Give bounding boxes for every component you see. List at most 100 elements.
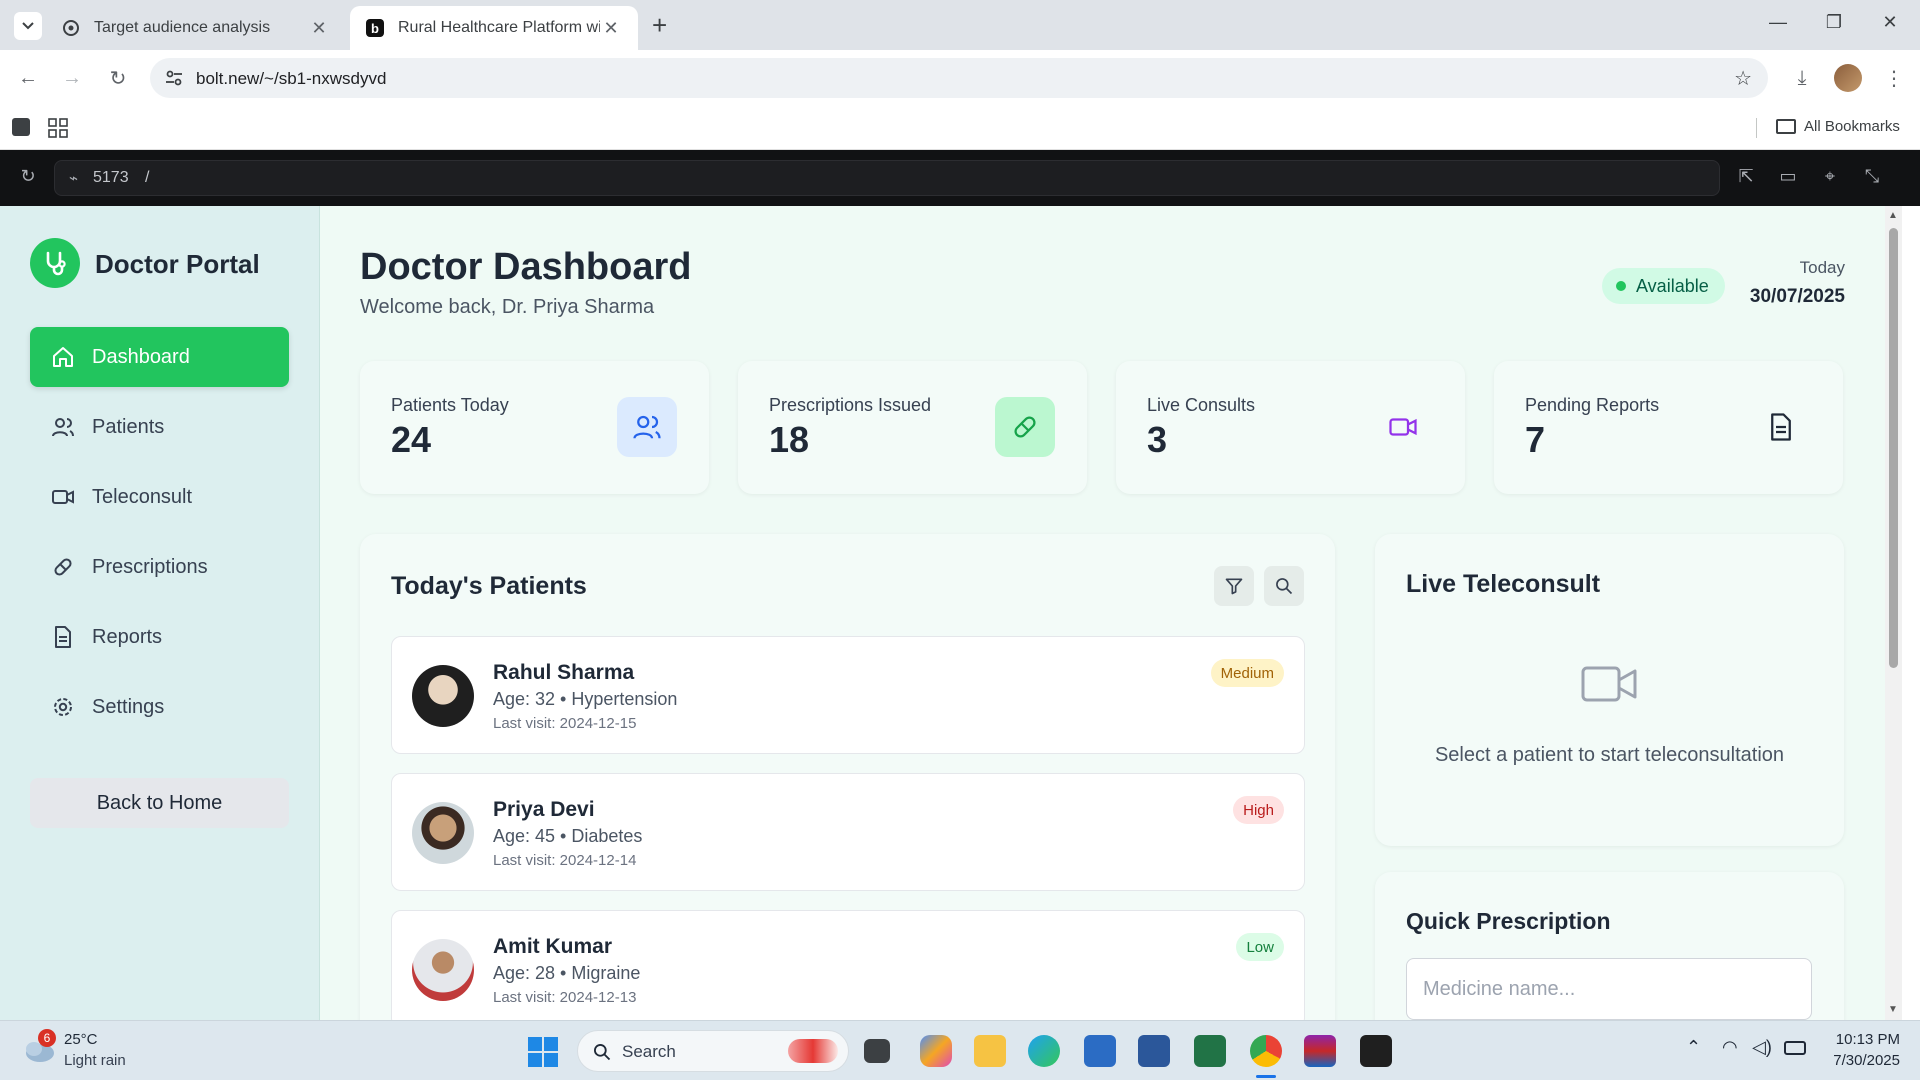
edge-icon[interactable] (1028, 1035, 1060, 1067)
battery-icon[interactable] (1784, 1041, 1806, 1055)
collapse-icon[interactable]: ⤡ (1860, 166, 1884, 190)
welcome-text: Welcome back, Dr. Priya Sharma (360, 296, 655, 318)
empty-state-text: Select a patient to start teleconsultati… (1434, 744, 1785, 766)
open-external-icon[interactable]: ⇱ (1734, 166, 1758, 190)
page-scrollbar[interactable]: ▲ ▼ (1885, 206, 1902, 1020)
new-tab-button[interactable]: + (652, 10, 667, 41)
tab-target-audience[interactable]: Target audience analysis ✕ (46, 6, 346, 50)
bookmarks-bar: All Bookmarks (0, 106, 1920, 150)
sidebar-item-settings[interactable]: Settings (30, 677, 289, 737)
start-button[interactable] (528, 1037, 558, 1067)
status-badge[interactable]: Available (1602, 268, 1725, 304)
clock-time[interactable]: 10:13 PM (1820, 1031, 1900, 1048)
clock-date[interactable]: 7/30/2025 (1820, 1052, 1900, 1069)
chrome-icon[interactable] (1250, 1035, 1282, 1067)
all-bookmarks[interactable]: All Bookmarks (1776, 118, 1900, 135)
sidebar-item-dashboard[interactable]: Dashboard (30, 327, 289, 387)
close-icon[interactable]: ✕ (308, 18, 330, 39)
today-label: Today (1799, 258, 1845, 277)
all-bookmarks-label: All Bookmarks (1804, 118, 1900, 135)
wifi-icon[interactable]: ◠ (1722, 1037, 1738, 1058)
preview-toolbar: ↻ ⌁ 5173 / ⇱ ▭ ⌖ ⤡ (0, 150, 1920, 206)
device-preview-icon[interactable]: ▭ (1776, 166, 1800, 190)
excel-icon[interactable] (1194, 1035, 1226, 1067)
tab-rural-healthcare[interactable]: b Rural Healthcare Platform with I ✕ (350, 6, 638, 50)
stat-value: 24 (391, 419, 432, 460)
weather-temp: 25°C (64, 1031, 98, 1048)
sidebar-item-teleconsult[interactable]: Teleconsult (30, 467, 289, 527)
taskbar-search[interactable]: Search (577, 1030, 849, 1072)
patient-last-visit: Last visit: 2024-12-15 (493, 715, 637, 732)
address-bar: ← → ↻ bolt.new/~/sb1-nxwsdyvd ☆ ⤓ ⋮ (0, 50, 1920, 106)
users-icon (617, 397, 677, 457)
scroll-down-icon[interactable]: ▼ (1888, 1004, 1898, 1015)
word-icon[interactable] (1138, 1035, 1170, 1067)
live-teleconsult-card: Live Teleconsult Select a patient to sta… (1375, 534, 1844, 846)
apps-grid-icon[interactable] (48, 118, 68, 143)
back-to-home-button[interactable]: Back to Home (30, 778, 289, 828)
forward-icon[interactable]: → (58, 64, 86, 92)
url-field[interactable]: bolt.new/~/sb1-nxwsdyvd ☆ (150, 58, 1768, 98)
restore-icon[interactable]: ❐ (1820, 12, 1848, 33)
list-item[interactable]: Rahul Sharma Age: 32 • Hypertension Last… (391, 636, 1305, 754)
scroll-up-icon[interactable]: ▲ (1888, 210, 1898, 221)
refresh-preview-icon[interactable]: ↻ (16, 166, 40, 190)
stat-value: 3 (1147, 419, 1168, 460)
sidebar-item-label: Patients (92, 415, 165, 438)
medicine-name-input[interactable]: Medicine name... (1406, 958, 1812, 1020)
active-app-indicator (1256, 1075, 1276, 1078)
patient-meta: Age: 32 • Hypertension (493, 689, 678, 709)
sidebar-item-reports[interactable]: Reports (30, 607, 289, 667)
sidebar: Doctor Portal Dashboard Patients Telecon… (0, 206, 320, 1020)
priority-badge: Medium (1210, 659, 1284, 687)
avatar[interactable] (1834, 64, 1862, 92)
video-icon (50, 484, 76, 510)
close-icon[interactable]: ✕ (600, 18, 622, 39)
patient-meta: Age: 45 • Diabetes (493, 826, 643, 846)
filter-button[interactable] (1214, 566, 1254, 606)
reload-icon[interactable]: ↻ (104, 64, 132, 92)
preview-path: / (145, 169, 150, 186)
url-text: bolt.new/~/sb1-nxwsdyvd (196, 69, 387, 88)
back-icon[interactable]: ← (14, 64, 42, 92)
task-view-icon[interactable] (864, 1039, 890, 1063)
sidebar-item-patients[interactable]: Patients (30, 397, 289, 457)
gear-icon (50, 694, 76, 720)
file-icon (1751, 397, 1811, 457)
chevron-up-icon[interactable]: ⌃ (1686, 1037, 1701, 1058)
copilot-icon[interactable] (920, 1035, 952, 1067)
priority-badge: Low (1236, 933, 1284, 961)
tab-title: Rural Healthcare Platform with I (398, 19, 600, 36)
scrollbar-thumb[interactable] (1889, 228, 1898, 668)
winrar-icon[interactable] (1304, 1035, 1336, 1067)
stat-card-prescriptions: Prescriptions Issued 18 (738, 361, 1087, 494)
menu-icon[interactable]: ⋮ (1880, 64, 1908, 92)
bookmark-star-icon[interactable]: ☆ (1734, 66, 1752, 91)
sidebar-toggle-icon[interactable] (12, 118, 30, 136)
sidebar-item-prescriptions[interactable]: Prescriptions (30, 537, 289, 597)
list-item[interactable]: Priya Devi Age: 45 • Diabetes Last visit… (391, 773, 1305, 891)
site-info-icon[interactable] (164, 68, 184, 93)
search-icon (1276, 578, 1293, 595)
tab-title: Target audience analysis (94, 19, 271, 36)
port-plug-icon: ⌁ (69, 170, 79, 187)
close-window-icon[interactable]: ✕ (1876, 12, 1904, 33)
store-icon[interactable] (1084, 1035, 1116, 1067)
tab-list-dropdown[interactable] (14, 12, 42, 40)
inspect-icon[interactable]: ⌖ (1818, 166, 1842, 190)
video-icon (1581, 664, 1637, 709)
file-explorer-icon[interactable] (974, 1035, 1006, 1067)
patient-name: Amit Kumar (493, 935, 613, 958)
stat-card-patients-today: Patients Today 24 (360, 361, 709, 494)
stat-label: Pending Reports (1525, 395, 1660, 415)
download-icon[interactable]: ⤓ (1788, 64, 1816, 92)
volume-icon[interactable]: ◁) (1752, 1037, 1772, 1058)
search-button[interactable] (1264, 566, 1304, 606)
list-item[interactable]: Amit Kumar Age: 28 • Migraine Last visit… (391, 910, 1305, 1020)
brand-name: Doctor Portal (95, 249, 260, 279)
search-highlight-icon (788, 1039, 838, 1063)
preview-url-box[interactable]: ⌁ 5173 / (54, 160, 1720, 196)
terminal-icon[interactable] (1360, 1035, 1392, 1067)
sidebar-item-label: Reports (92, 625, 163, 648)
minimize-icon[interactable]: — (1764, 12, 1792, 33)
